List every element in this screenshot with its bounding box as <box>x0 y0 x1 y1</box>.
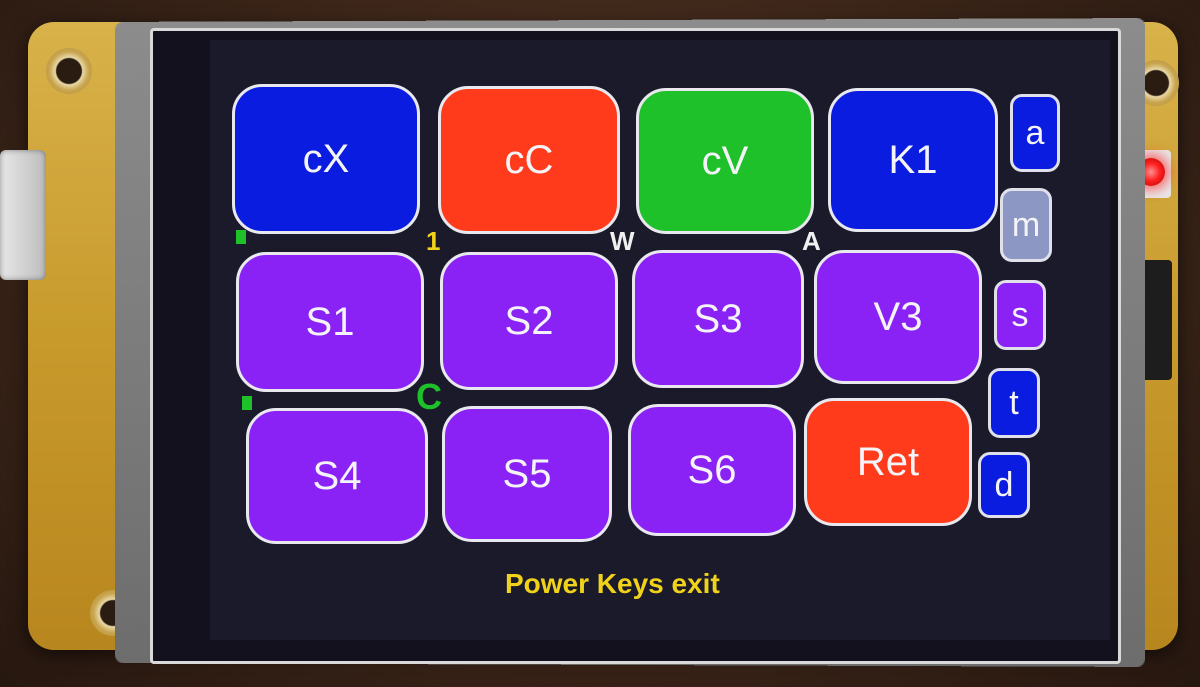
key-s5-button[interactable]: S5 <box>442 406 612 542</box>
indicator-w: W <box>610 226 635 256</box>
key-s3-button[interactable]: S3 <box>632 250 804 388</box>
mount-hole-icon <box>46 48 92 94</box>
key-cc-button[interactable]: cC <box>438 86 620 234</box>
indicator-a: A <box>802 226 821 256</box>
side-key-d-button[interactable]: d <box>978 452 1030 518</box>
side-key-m-button[interactable]: m <box>1000 188 1052 262</box>
key-s2-button[interactable]: S2 <box>440 252 618 390</box>
key-cv-button[interactable]: cV <box>636 88 814 234</box>
status-indicator-icon <box>236 230 246 244</box>
touch-screen: cX cC cV K1 1 W A S1 S2 S3 V3 C S4 S5 S6… <box>210 40 1110 640</box>
side-key-a-button[interactable]: a <box>1010 94 1060 172</box>
key-s6-button[interactable]: S6 <box>628 404 796 536</box>
indicator-one: 1 <box>426 226 441 256</box>
photo-scene: cX cC cV K1 1 W A S1 S2 S3 V3 C S4 S5 S6… <box>0 0 1200 687</box>
key-ret-button[interactable]: Ret <box>804 398 972 526</box>
side-key-t-button[interactable]: t <box>988 368 1040 438</box>
key-v3-button[interactable]: V3 <box>814 250 982 384</box>
key-s1-button[interactable]: S1 <box>236 252 424 392</box>
key-k1-button[interactable]: K1 <box>828 88 998 232</box>
key-cx-button[interactable]: cX <box>232 84 420 234</box>
status-indicator-icon <box>242 396 252 410</box>
side-key-s-button[interactable]: s <box>994 280 1046 350</box>
key-s4-button[interactable]: S4 <box>246 408 428 544</box>
footer-message: Power Keys exit <box>505 568 720 599</box>
usb-connector <box>0 150 46 280</box>
indicator-c: C <box>416 376 442 417</box>
